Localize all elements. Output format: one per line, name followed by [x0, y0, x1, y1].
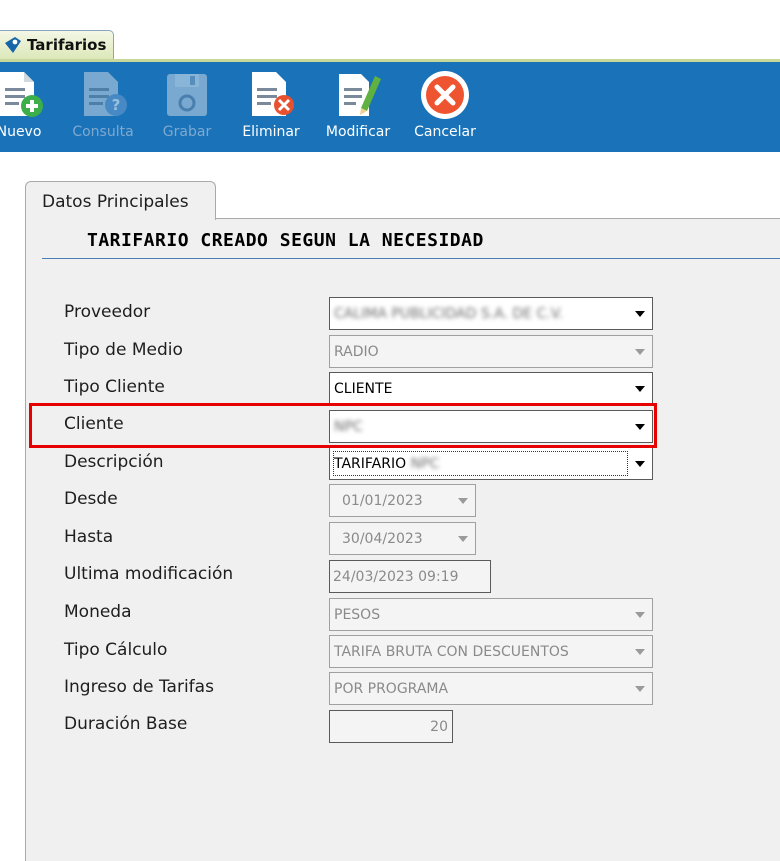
ultima-modificacion-label: Ultima modificación	[64, 564, 234, 584]
eliminar-button[interactable]: Eliminar	[236, 62, 306, 152]
hasta-date-picker: 30/04/2023	[329, 522, 476, 555]
desde-value: 01/01/2023	[342, 493, 423, 509]
desde-date-picker: 01/01/2023	[329, 484, 476, 517]
tipo-calculo-value: TARIFA BRUTA CON DESCUENTOS	[334, 644, 569, 660]
cliente-highlight-box	[29, 403, 657, 448]
chevron-down-icon[interactable]	[635, 461, 645, 467]
cancel-circle-icon	[418, 68, 472, 122]
hasta-value: 30/04/2023	[342, 531, 423, 547]
document-query-icon: ?	[76, 68, 130, 122]
chevron-down-icon[interactable]	[635, 386, 645, 392]
eliminar-label: Eliminar	[242, 124, 300, 140]
tarifarios-app-icon	[3, 35, 23, 55]
tab-label: Tarifarios	[27, 36, 107, 54]
ultima-modificacion-field: 24/03/2023 09:19	[329, 560, 491, 593]
tab-join	[26, 217, 215, 220]
tab-datos-principales[interactable]: Datos Principales	[25, 181, 216, 220]
document-add-icon	[0, 68, 46, 122]
proveedor-value: CALIMA PUBLICIDAD S.A. DE C.V.	[334, 306, 563, 322]
consulta-label: Consulta	[72, 124, 134, 140]
ingreso-tarifas-value: POR PROGRAMA	[334, 681, 449, 697]
descripcion-label: Descripción	[64, 452, 164, 472]
tipo-medio-value: RADIO	[334, 344, 379, 360]
cancelar-label: Cancelar	[414, 124, 476, 140]
chevron-down-icon	[635, 349, 645, 355]
ingreso-tarifas-select: POR PROGRAMA	[329, 672, 653, 705]
ultima-modificacion-value: 24/03/2023 09:19	[333, 569, 459, 585]
tipo-cliente-label: Tipo Cliente	[64, 377, 165, 397]
hasta-label: Hasta	[64, 527, 114, 547]
modificar-button[interactable]: Modificar	[318, 62, 398, 152]
svg-text:?: ?	[112, 96, 121, 114]
tipo-calculo-label: Tipo Cálculo	[64, 640, 168, 660]
grabar-label: Grabar	[162, 124, 212, 140]
heading-divider	[42, 258, 780, 259]
tab-tarifarios[interactable]: Tarifarios	[0, 30, 114, 59]
tipo-cliente-value: CLIENTE	[334, 381, 393, 397]
desde-label: Desde	[64, 489, 118, 509]
chevron-down-icon	[458, 498, 468, 504]
section-heading: TARIFARIO CREADO SEGUN LA NECESIDAD	[87, 230, 484, 251]
document-delete-icon	[244, 68, 298, 122]
modificar-label: Modificar	[325, 124, 391, 140]
toolbar: Nuevo ? Consulta Grabar Eliminar Modific…	[0, 62, 780, 152]
tipo-cliente-select[interactable]: CLIENTE	[329, 372, 653, 405]
nuevo-label: Nuevo	[0, 124, 42, 140]
consulta-button[interactable]: ? Consulta	[66, 62, 140, 152]
moneda-value: PESOS	[334, 607, 381, 623]
ingreso-tarifas-label: Ingreso de Tarifas	[64, 677, 214, 697]
document-edit-icon	[331, 68, 385, 122]
duracion-base-label: Duración Base	[64, 714, 188, 734]
cancelar-button[interactable]: Cancelar	[408, 62, 482, 152]
chevron-down-icon	[635, 649, 645, 655]
proveedor-label: Proveedor	[64, 302, 151, 322]
top-blank-strip	[0, 0, 780, 30]
descripcion-value-blurred: NPC	[410, 456, 440, 472]
proveedor-select[interactable]: CALIMA PUBLICIDAD S.A. DE C.V.	[329, 297, 653, 330]
focus-rectangle	[333, 451, 628, 476]
duracion-base-value: 20	[430, 719, 448, 735]
chevron-down-icon	[635, 612, 645, 618]
tipo-calculo-select: TARIFA BRUTA CON DESCUENTOS	[329, 635, 653, 668]
chevron-down-icon	[635, 686, 645, 692]
descripcion-select[interactable]: TARIFARIO NPC	[329, 447, 653, 480]
moneda-label: Moneda	[64, 602, 132, 622]
tipo-medio-label: Tipo de Medio	[64, 340, 183, 360]
nuevo-button[interactable]: Nuevo	[0, 62, 50, 152]
grabar-button[interactable]: Grabar	[152, 62, 222, 152]
chevron-down-icon	[458, 536, 468, 542]
moneda-select: PESOS	[329, 598, 653, 631]
chevron-down-icon[interactable]	[635, 311, 645, 317]
tipo-medio-select: RADIO	[329, 335, 653, 368]
duracion-base-field: 20	[329, 710, 453, 743]
save-disk-icon	[160, 68, 214, 122]
